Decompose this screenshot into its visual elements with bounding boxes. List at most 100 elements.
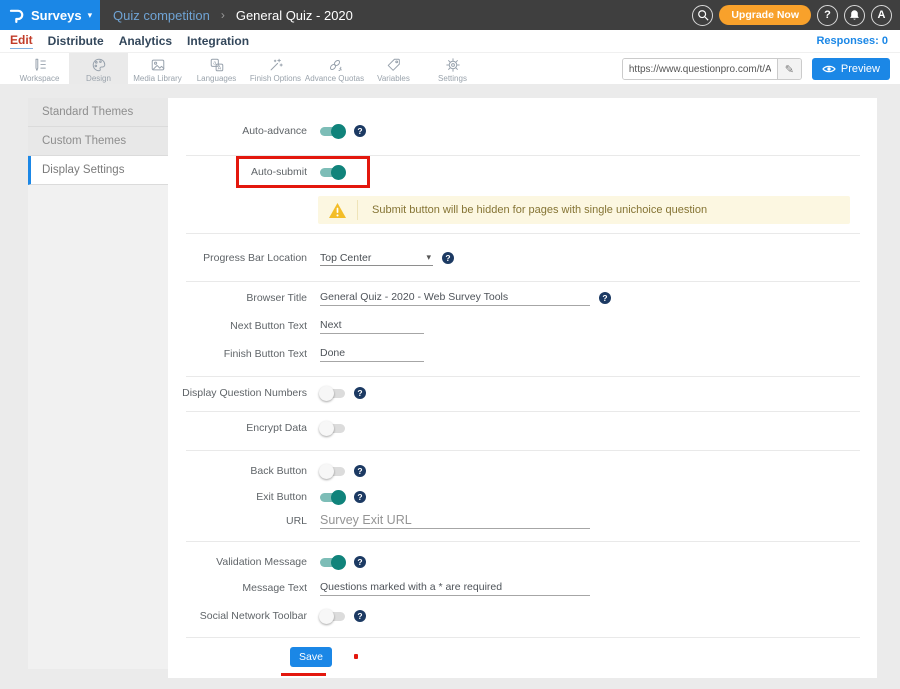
breadcrumb-separator: › — [221, 8, 225, 22]
breadcrumb-survey-title: General Quiz - 2020 — [236, 8, 353, 23]
breadcrumb-folder[interactable]: Quiz competition — [113, 8, 210, 23]
breadcrumb: Quiz competition › General Quiz - 2020 — [113, 8, 353, 23]
back-button-help-icon[interactable]: ? — [354, 465, 366, 477]
warning-triangle-icon — [328, 202, 347, 219]
account-button[interactable]: A — [871, 5, 892, 26]
sidebar-item-custom-themes[interactable]: Custom Themes — [28, 127, 168, 156]
design-palette-icon — [91, 57, 107, 73]
message-text-label: Message Text — [168, 580, 307, 596]
progress-bar-location-row: Progress Bar Location Top Center ▾ ? — [168, 250, 877, 266]
survey-url-box: ✎ — [622, 58, 802, 80]
preview-button[interactable]: Preview — [812, 58, 890, 80]
design-page: Standard Themes Custom Themes Display Se… — [0, 84, 900, 689]
toolbar-languages[interactable]: aA Languages — [187, 53, 246, 84]
next-button-text-row: Next Button Text — [168, 318, 877, 334]
finish-options-wand-icon — [268, 57, 284, 73]
question-mark-icon: ? — [824, 9, 831, 21]
tab-analytics[interactable]: Analytics — [119, 34, 172, 48]
auto-advance-toggle[interactable] — [320, 127, 345, 136]
toolbar-finish-options[interactable]: Finish Options — [246, 53, 305, 84]
edit-url-button[interactable]: ✎ — [777, 59, 801, 79]
toolbar-right-group: ✎ Preview — [622, 58, 890, 80]
help-button[interactable]: ? — [817, 5, 838, 26]
separator — [186, 450, 860, 451]
auto-submit-toggle[interactable] — [320, 168, 345, 177]
exit-url-row: URL — [168, 513, 877, 529]
topbar-actions: Upgrade Now ? A — [692, 0, 892, 30]
themes-sidebar: Standard Themes Custom Themes Display Se… — [28, 98, 168, 669]
search-button[interactable] — [692, 5, 713, 26]
toolbar-workspace[interactable]: Workspace — [10, 53, 69, 84]
tab-integration[interactable]: Integration — [187, 34, 249, 48]
responses-count[interactable]: Responses: 0 — [816, 35, 888, 47]
validation-message-toggle[interactable] — [320, 558, 345, 567]
languages-icon: aA — [209, 57, 225, 73]
back-button-row: Back Button ? — [168, 463, 877, 479]
advance-quotas-link-icon — [327, 57, 343, 73]
progress-bar-location-select[interactable]: Top Center ▾ — [320, 250, 433, 266]
auto-submit-warning: Submit button will be hidden for pages w… — [318, 196, 850, 224]
social-network-toolbar-label: Social Network Toolbar — [168, 608, 307, 624]
next-button-text-label: Next Button Text — [168, 318, 307, 334]
separator — [186, 411, 860, 412]
toolbar-advance-quotas[interactable]: Advance Quotas — [305, 53, 364, 84]
social-network-toolbar-help-icon[interactable]: ? — [354, 610, 366, 622]
progress-bar-help-icon[interactable]: ? — [442, 252, 454, 264]
topbar: Surveys ▾ Quiz competition › General Qui… — [0, 0, 900, 30]
questionpro-logo-icon — [8, 7, 25, 24]
notifications-button[interactable] — [844, 5, 865, 26]
exit-button-toggle[interactable] — [320, 493, 345, 502]
message-text-input[interactable] — [320, 580, 590, 596]
settings-gear-icon — [445, 57, 461, 73]
sidebar-item-display-settings[interactable]: Display Settings — [28, 156, 168, 185]
display-question-numbers-row: Display Question Numbers ? — [168, 385, 877, 401]
exit-url-input[interactable] — [320, 513, 590, 529]
save-button[interactable]: Save — [290, 647, 332, 667]
browser-title-input[interactable] — [320, 290, 590, 306]
display-question-numbers-toggle[interactable] — [320, 389, 345, 398]
upgrade-now-button[interactable]: Upgrade Now — [719, 5, 811, 25]
toolbar-variables[interactable]: Variables — [364, 53, 423, 84]
sidebar-item-standard-themes[interactable]: Standard Themes — [28, 98, 168, 127]
next-button-text-input[interactable] — [320, 318, 424, 334]
auto-advance-row: Auto-advance ? — [168, 123, 877, 139]
browser-title-help-icon[interactable]: ? — [599, 292, 611, 304]
browser-title-row: Browser Title ? — [168, 290, 877, 306]
workspace-icon — [32, 57, 48, 73]
svg-text:a: a — [213, 60, 216, 66]
browser-title-label: Browser Title — [168, 290, 307, 306]
search-icon — [697, 9, 709, 21]
separator — [186, 155, 860, 156]
finish-button-text-label: Finish Button Text — [168, 346, 307, 362]
encrypt-data-toggle[interactable] — [320, 424, 345, 433]
exit-button-help-icon[interactable]: ? — [354, 491, 366, 503]
tab-distribute[interactable]: Distribute — [48, 34, 104, 48]
auto-advance-help-icon[interactable]: ? — [354, 125, 366, 137]
finish-button-text-input[interactable] — [320, 346, 424, 362]
validation-message-label: Validation Message — [168, 554, 307, 570]
bell-icon — [849, 9, 860, 21]
encrypt-data-label: Encrypt Data — [168, 420, 307, 436]
survey-url-input[interactable] — [623, 59, 777, 79]
eye-icon — [822, 64, 836, 74]
toolbar-design[interactable]: Design — [69, 53, 128, 84]
social-network-toolbar-row: Social Network Toolbar ? — [168, 608, 877, 624]
variables-tag-icon — [386, 57, 402, 73]
toolbar-settings[interactable]: Settings — [423, 53, 482, 84]
design-toolbar: Workspace Design Media Library aA Langua… — [0, 52, 900, 85]
social-network-toolbar-toggle[interactable] — [320, 612, 345, 621]
pencil-icon: ✎ — [785, 64, 794, 76]
validation-message-help-icon[interactable]: ? — [354, 556, 366, 568]
exit-button-row: Exit Button ? — [168, 489, 877, 505]
tab-edit[interactable]: Edit — [10, 33, 33, 49]
validation-message-row: Validation Message ? — [168, 554, 877, 570]
back-button-toggle[interactable] — [320, 467, 345, 476]
toolbar-media-library[interactable]: Media Library — [128, 53, 187, 84]
encrypt-data-row: Encrypt Data — [168, 420, 877, 436]
surveys-product-menu[interactable]: Surveys ▾ — [0, 0, 100, 30]
back-button-label: Back Button — [168, 463, 307, 479]
svg-text:A: A — [217, 65, 221, 71]
red-underline-annotation — [281, 673, 326, 676]
survey-nav: Edit Distribute Analytics Integration Re… — [0, 30, 900, 52]
display-question-numbers-help-icon[interactable]: ? — [354, 387, 366, 399]
